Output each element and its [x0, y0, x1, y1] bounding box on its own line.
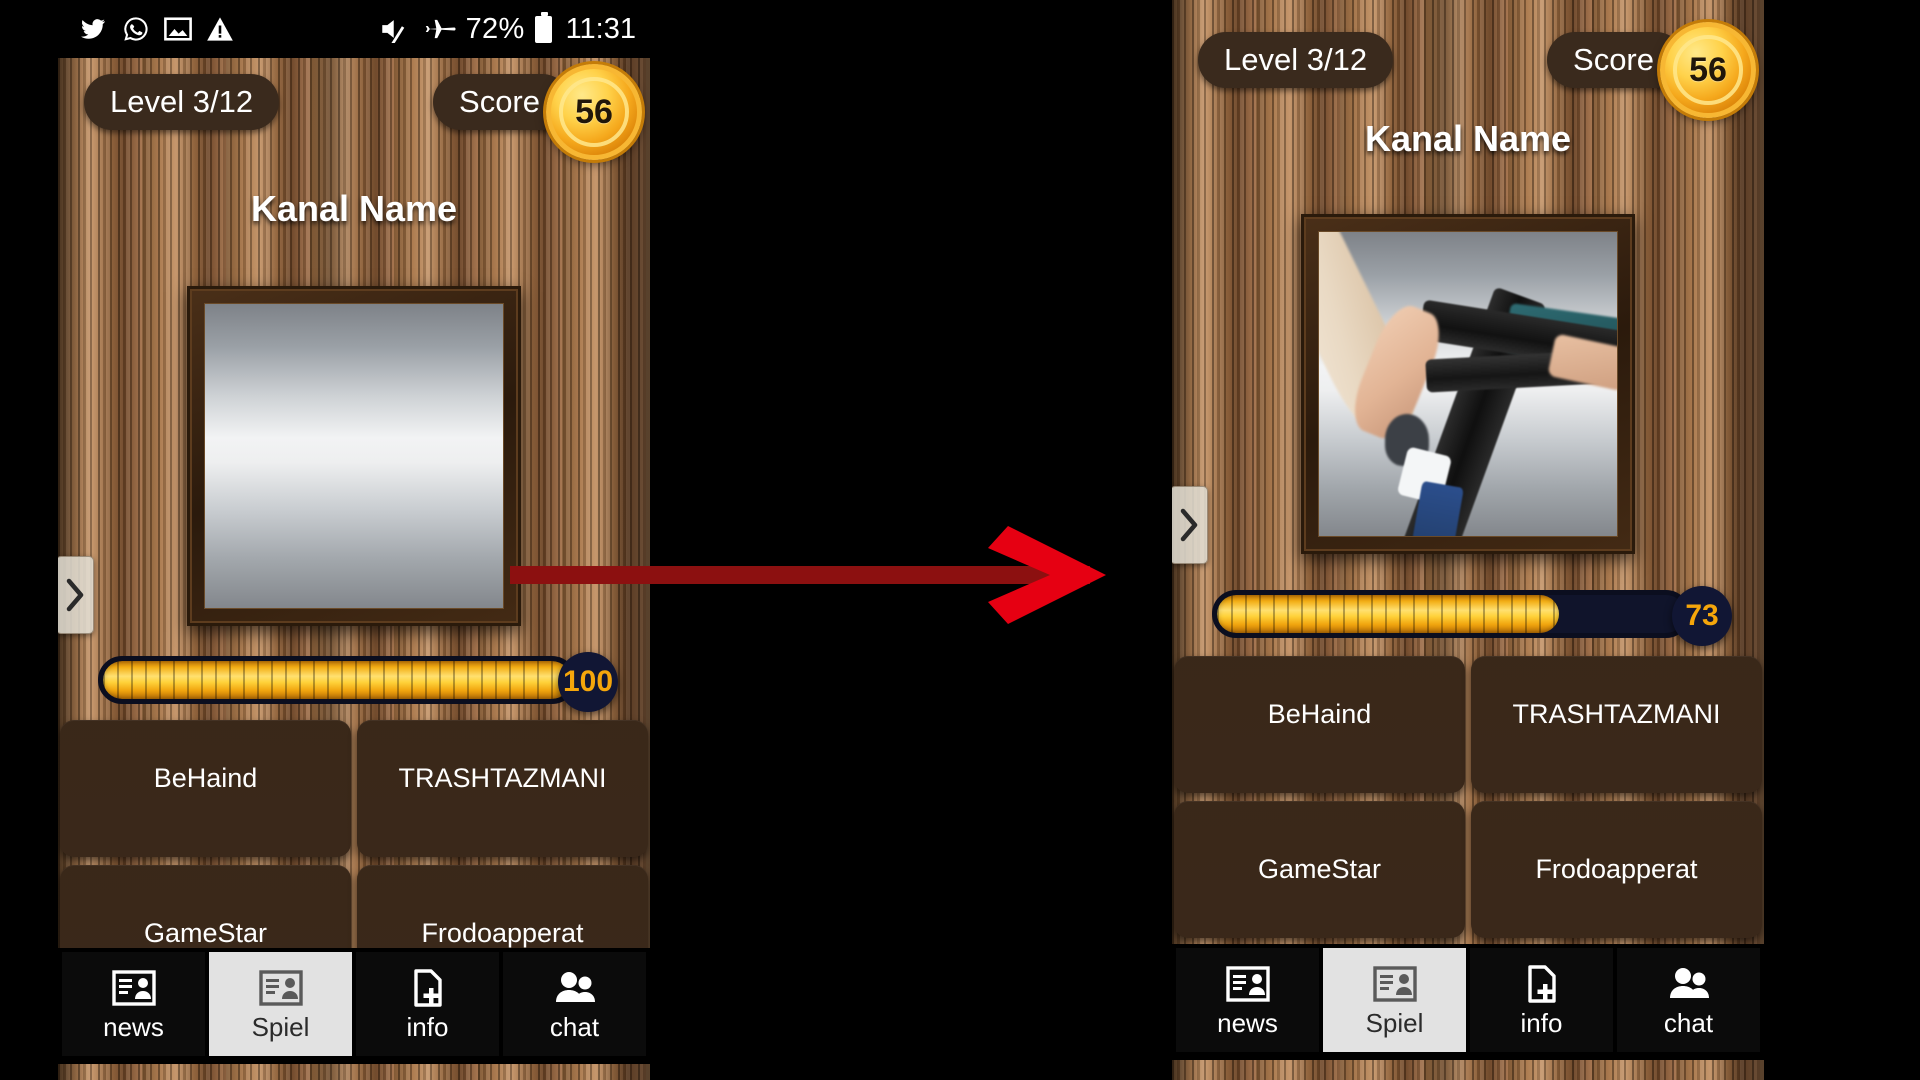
puzzle-image-hidden: [204, 303, 504, 609]
tab-spiel[interactable]: Spiel: [1323, 948, 1466, 1052]
game-board-before: Level 3/12 Score 56 Kanal Name 100 BeHai…: [58, 58, 650, 1080]
page-title: Kanal Name: [1364, 118, 1572, 159]
chevron-right-icon: [66, 578, 84, 612]
answer-option-2[interactable]: TRASHTAZMANI: [357, 720, 648, 857]
level-badge: Level 3/12: [1198, 32, 1394, 88]
answer-option-2[interactable]: TRASHTAZMANI: [1471, 656, 1762, 793]
puzzle-photo: [1319, 232, 1617, 536]
next-channel-button[interactable]: [1172, 486, 1208, 564]
twitter-icon: [81, 19, 105, 39]
answer-option-1[interactable]: BeHaind: [1174, 656, 1465, 793]
progress-value: 100: [562, 665, 614, 698]
progress-track: [98, 656, 576, 704]
tab-info[interactable]: info: [1470, 948, 1613, 1052]
answer-options-grid: BeHaind TRASHTAZMANI GameStar Frodoapper…: [1172, 656, 1764, 938]
people-icon: [1669, 968, 1709, 998]
puzzle-image-revealed: [1318, 231, 1618, 537]
add-document-icon: [1527, 965, 1556, 1003]
contact-card-icon: [258, 970, 303, 1006]
tab-chat-label: chat: [1663, 1008, 1714, 1038]
tab-spiel[interactable]: Spiel: [209, 952, 352, 1056]
status-bar-notification-icons: [78, 15, 234, 43]
bottom-tab-bar: news Spiel info chat: [58, 948, 650, 1064]
tab-news-label: news: [103, 1012, 164, 1042]
answer-option-4[interactable]: Frodoapperat: [1471, 801, 1762, 938]
battery-percent-label: 72%: [465, 12, 525, 45]
battery-icon: [534, 11, 552, 43]
tab-info-label: info: [1520, 1008, 1563, 1038]
progress-knob: 100: [558, 652, 618, 712]
phone-panel-before: 72% 11:31 Level 3/12 Score 56 Kanal Name: [58, 0, 650, 1080]
game-board-after: Level 3/12 Score 56 Kanal Name 73 BeHain…: [1172, 0, 1764, 1080]
score-coin: 56: [546, 64, 642, 160]
progress-knob: 73: [1672, 586, 1732, 646]
score-coin-value: 56: [575, 92, 613, 131]
tab-spiel-label: Spiel: [251, 1012, 310, 1042]
photo-shape-jeans: [1412, 481, 1465, 536]
progress-track: [1212, 590, 1690, 638]
level-badge: Level 3/12: [84, 74, 280, 130]
bottom-tab-bar: news Spiel info chat: [1172, 944, 1764, 1060]
tab-chat[interactable]: chat: [1617, 948, 1760, 1052]
tab-news-label: news: [1217, 1008, 1278, 1038]
contact-card-icon: [1372, 966, 1417, 1002]
score-coin-value: 56: [1689, 50, 1727, 89]
reveal-progress-bar: 100: [98, 652, 618, 712]
next-channel-button[interactable]: [58, 556, 94, 634]
tab-spiel-label: Spiel: [1365, 1008, 1424, 1038]
tab-news[interactable]: news: [62, 952, 205, 1056]
mute-icon: [381, 20, 404, 43]
screenshot-root: 72% 11:31 Level 3/12 Score 56 Kanal Name: [0, 0, 1920, 1080]
reveal-progress-bar: 73: [1212, 586, 1732, 646]
puzzle-frame-hidden: [187, 286, 521, 626]
add-document-icon: [413, 969, 442, 1007]
score-coin: 56: [1660, 22, 1756, 118]
chevron-right-icon: [1180, 508, 1198, 542]
tab-chat-label: chat: [549, 1012, 600, 1042]
answer-option-3[interactable]: GameStar: [1174, 801, 1465, 938]
contact-card-icon: [111, 970, 156, 1006]
phone-panel-after: Level 3/12 Score 56 Kanal Name 73 BeHain…: [1172, 0, 1764, 1080]
clock-label: 11:31: [565, 12, 636, 45]
page-title: Kanal Name: [250, 188, 458, 229]
status-bar-system-icons: 72% 11:31: [378, 11, 636, 46]
contact-card-icon: [1225, 966, 1270, 1002]
status-bar: 72% 11:31: [58, 0, 650, 58]
warning-icon: [207, 17, 233, 41]
image-icon: [164, 17, 192, 41]
tab-info[interactable]: info: [356, 952, 499, 1056]
tab-news[interactable]: news: [1176, 948, 1319, 1052]
progress-fill: [1217, 595, 1559, 633]
people-icon: [555, 972, 595, 1002]
tab-info-label: info: [406, 1012, 449, 1042]
airplane-mode-icon: [425, 19, 456, 39]
answer-option-1[interactable]: BeHaind: [60, 720, 351, 857]
puzzle-frame-revealed: [1301, 214, 1635, 554]
progress-value: 73: [1685, 599, 1719, 632]
progress-fill: [103, 661, 571, 699]
whatsapp-icon: [124, 17, 148, 41]
tab-chat[interactable]: chat: [503, 952, 646, 1056]
